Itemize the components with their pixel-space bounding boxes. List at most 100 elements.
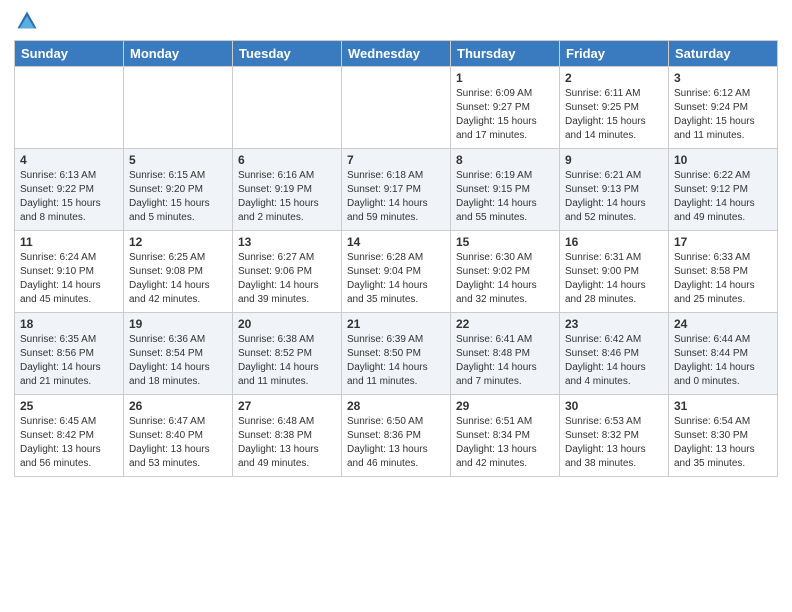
logo-icon bbox=[16, 10, 38, 32]
calendar-cell: 28Sunrise: 6:50 AM Sunset: 8:36 PM Dayli… bbox=[342, 395, 451, 477]
day-number: 26 bbox=[129, 399, 227, 413]
day-number: 10 bbox=[674, 153, 772, 167]
day-number: 3 bbox=[674, 71, 772, 85]
day-number: 20 bbox=[238, 317, 336, 331]
calendar-cell: 18 Sunrise: 6:35 AM Sunset: 8:56 PM Dayli… bbox=[15, 313, 124, 395]
day-number: 1 bbox=[456, 71, 554, 85]
day-number: 12 bbox=[129, 235, 227, 249]
day-info: Sunrise: 6:31 AM Sunset: 9:00 PM Dayligh… bbox=[565, 251, 663, 307]
calendar-cell: 16 Sunrise: 6:31 AM Sunset: 9:00 PM Dayli… bbox=[560, 231, 669, 313]
day-info: Sunrise: 6:45 AM Sunset: 8:42 PM Dayligh… bbox=[20, 415, 118, 471]
day-info: Sunrise: 6:54 AM Sunset: 8:30 PM Dayligh… bbox=[674, 415, 772, 471]
calendar-cell: 22 Sunrise: 6:41 AM Sunset: 8:48 PM Dayli… bbox=[451, 313, 560, 395]
calendar-day-header: Tuesday bbox=[233, 41, 342, 67]
calendar-cell: 27 Sunrise: 6:48 AM Sunset: 8:38 PM Dayli… bbox=[233, 395, 342, 477]
day-number: 21 bbox=[347, 317, 445, 331]
day-info: Sunrise: 6:51 AM Sunset: 8:34 PM Dayligh… bbox=[456, 415, 554, 471]
calendar-cell: 12 Sunrise: 6:25 AM Sunset: 9:08 PM Dayli… bbox=[124, 231, 233, 313]
day-info: Sunrise: 6:44 AM Sunset: 8:44 PM Dayligh… bbox=[674, 333, 772, 389]
day-number: 14 bbox=[347, 235, 445, 249]
day-number: 7 bbox=[347, 153, 445, 167]
day-info: Sunrise: 6:24 AM Sunset: 9:10 PM Dayligh… bbox=[20, 251, 118, 307]
day-number: 30 bbox=[565, 399, 663, 413]
calendar-week-row: 25 Sunrise: 6:45 AM Sunset: 8:42 PM Dayli… bbox=[15, 395, 778, 477]
calendar-cell: 10 Sunrise: 6:22 AM Sunset: 9:12 PM Dayli… bbox=[669, 149, 778, 231]
day-number: 25 bbox=[20, 399, 118, 413]
day-info: Sunrise: 6:21 AM Sunset: 9:13 PM Dayligh… bbox=[565, 169, 663, 225]
day-info: Sunrise: 6:42 AM Sunset: 8:46 PM Dayligh… bbox=[565, 333, 663, 389]
calendar-cell: 5 Sunrise: 6:15 AM Sunset: 9:20 PM Daylig… bbox=[124, 149, 233, 231]
calendar-cell bbox=[342, 67, 451, 149]
day-number: 29 bbox=[456, 399, 554, 413]
calendar-cell: 11 Sunrise: 6:24 AM Sunset: 9:10 PM Dayli… bbox=[15, 231, 124, 313]
calendar-day-header: Wednesday bbox=[342, 41, 451, 67]
calendar-cell: 1Sunrise: 6:09 AM Sunset: 9:27 PM Daylig… bbox=[451, 67, 560, 149]
calendar-cell: 8 Sunrise: 6:19 AM Sunset: 9:15 PM Daylig… bbox=[451, 149, 560, 231]
calendar-cell: 24 Sunrise: 6:44 AM Sunset: 8:44 PM Dayli… bbox=[669, 313, 778, 395]
calendar-cell: 14 Sunrise: 6:28 AM Sunset: 9:04 PM Dayli… bbox=[342, 231, 451, 313]
day-info: Sunrise: 6:41 AM Sunset: 8:48 PM Dayligh… bbox=[456, 333, 554, 389]
calendar-cell: 19 Sunrise: 6:36 AM Sunset: 8:54 PM Dayli… bbox=[124, 313, 233, 395]
calendar-cell: 29 Sunrise: 6:51 AM Sunset: 8:34 PM Dayli… bbox=[451, 395, 560, 477]
day-info: Sunrise: 6:39 AM Sunset: 8:50 PM Dayligh… bbox=[347, 333, 445, 389]
day-info: Sunrise: 6:19 AM Sunset: 9:15 PM Dayligh… bbox=[456, 169, 554, 225]
calendar-cell: 4Sunrise: 6:13 AM Sunset: 9:22 PM Daylig… bbox=[15, 149, 124, 231]
day-number: 13 bbox=[238, 235, 336, 249]
day-info: Sunrise: 6:36 AM Sunset: 8:54 PM Dayligh… bbox=[129, 333, 227, 389]
day-info: Sunrise: 6:27 AM Sunset: 9:06 PM Dayligh… bbox=[238, 251, 336, 307]
calendar-cell: 2Sunrise: 6:11 AM Sunset: 9:25 PM Daylig… bbox=[560, 67, 669, 149]
day-info: Sunrise: 6:12 AM Sunset: 9:24 PM Dayligh… bbox=[674, 87, 772, 143]
day-number: 28 bbox=[347, 399, 445, 413]
day-info: Sunrise: 6:13 AM Sunset: 9:22 PM Dayligh… bbox=[20, 169, 118, 225]
calendar-cell: 20 Sunrise: 6:38 AM Sunset: 8:52 PM Dayli… bbox=[233, 313, 342, 395]
day-number: 19 bbox=[129, 317, 227, 331]
day-number: 16 bbox=[565, 235, 663, 249]
day-number: 11 bbox=[20, 235, 118, 249]
day-info: Sunrise: 6:53 AM Sunset: 8:32 PM Dayligh… bbox=[565, 415, 663, 471]
calendar-cell bbox=[124, 67, 233, 149]
day-number: 8 bbox=[456, 153, 554, 167]
calendar-cell: 21 Sunrise: 6:39 AM Sunset: 8:50 PM Dayli… bbox=[342, 313, 451, 395]
day-number: 18 bbox=[20, 317, 118, 331]
calendar-cell: 23 Sunrise: 6:42 AM Sunset: 8:46 PM Dayli… bbox=[560, 313, 669, 395]
day-info: Sunrise: 6:33 AM Sunset: 8:58 PM Dayligh… bbox=[674, 251, 772, 307]
calendar-cell: 6Sunrise: 6:16 AM Sunset: 9:19 PM Daylig… bbox=[233, 149, 342, 231]
day-number: 23 bbox=[565, 317, 663, 331]
day-number: 22 bbox=[456, 317, 554, 331]
day-number: 31 bbox=[674, 399, 772, 413]
day-info: Sunrise: 6:28 AM Sunset: 9:04 PM Dayligh… bbox=[347, 251, 445, 307]
calendar-day-header: Saturday bbox=[669, 41, 778, 67]
day-number: 24 bbox=[674, 317, 772, 331]
main-container: SundayMondayTuesdayWednesdayThursdayFrid… bbox=[0, 0, 792, 612]
day-info: Sunrise: 6:30 AM Sunset: 9:02 PM Dayligh… bbox=[456, 251, 554, 307]
day-number: 27 bbox=[238, 399, 336, 413]
header bbox=[14, 10, 778, 32]
calendar-table: SundayMondayTuesdayWednesdayThursdayFrid… bbox=[14, 40, 778, 477]
day-info: Sunrise: 6:16 AM Sunset: 9:19 PM Dayligh… bbox=[238, 169, 336, 225]
calendar-day-header: Monday bbox=[124, 41, 233, 67]
logo bbox=[14, 10, 38, 32]
calendar-day-header: Thursday bbox=[451, 41, 560, 67]
day-info: Sunrise: 6:15 AM Sunset: 9:20 PM Dayligh… bbox=[129, 169, 227, 225]
calendar-day-header: Friday bbox=[560, 41, 669, 67]
day-info: Sunrise: 6:25 AM Sunset: 9:08 PM Dayligh… bbox=[129, 251, 227, 307]
calendar-cell: 26Sunrise: 6:47 AM Sunset: 8:40 PM Dayli… bbox=[124, 395, 233, 477]
calendar-cell: 30 Sunrise: 6:53 AM Sunset: 8:32 PM Dayli… bbox=[560, 395, 669, 477]
calendar-week-row: 1Sunrise: 6:09 AM Sunset: 9:27 PM Daylig… bbox=[15, 67, 778, 149]
calendar-cell: 15Sunrise: 6:30 AM Sunset: 9:02 PM Dayli… bbox=[451, 231, 560, 313]
calendar-week-row: 18 Sunrise: 6:35 AM Sunset: 8:56 PM Dayli… bbox=[15, 313, 778, 395]
day-info: Sunrise: 6:35 AM Sunset: 8:56 PM Dayligh… bbox=[20, 333, 118, 389]
day-number: 17 bbox=[674, 235, 772, 249]
calendar-cell: 9Sunrise: 6:21 AM Sunset: 9:13 PM Daylig… bbox=[560, 149, 669, 231]
day-number: 2 bbox=[565, 71, 663, 85]
day-info: Sunrise: 6:38 AM Sunset: 8:52 PM Dayligh… bbox=[238, 333, 336, 389]
day-info: Sunrise: 6:22 AM Sunset: 9:12 PM Dayligh… bbox=[674, 169, 772, 225]
calendar-cell bbox=[15, 67, 124, 149]
calendar-header-row: SundayMondayTuesdayWednesdayThursdayFrid… bbox=[15, 41, 778, 67]
calendar-cell: 7 Sunrise: 6:18 AM Sunset: 9:17 PM Daylig… bbox=[342, 149, 451, 231]
day-info: Sunrise: 6:48 AM Sunset: 8:38 PM Dayligh… bbox=[238, 415, 336, 471]
day-info: Sunrise: 6:18 AM Sunset: 9:17 PM Dayligh… bbox=[347, 169, 445, 225]
calendar-day-header: Sunday bbox=[15, 41, 124, 67]
day-number: 5 bbox=[129, 153, 227, 167]
calendar-cell: 25 Sunrise: 6:45 AM Sunset: 8:42 PM Dayli… bbox=[15, 395, 124, 477]
